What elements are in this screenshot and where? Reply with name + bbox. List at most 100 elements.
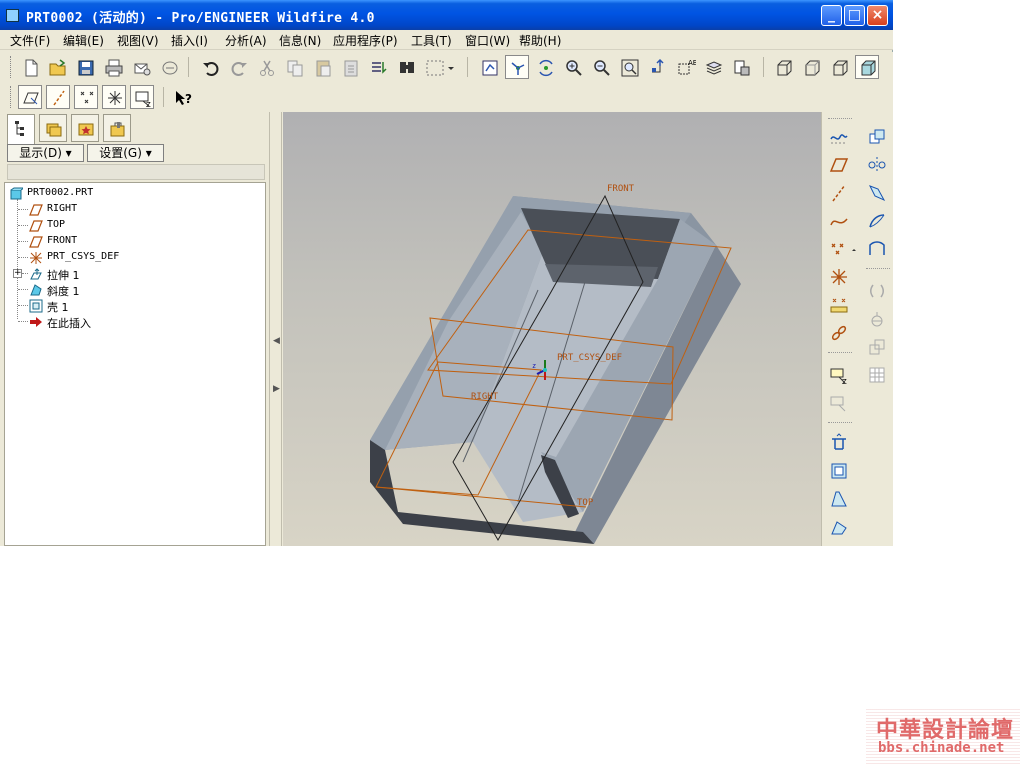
sketched-datum-icon[interactable]: Z xyxy=(826,362,850,386)
undo-icon[interactable] xyxy=(198,55,222,79)
close-button[interactable]: × xyxy=(867,5,888,26)
extrude-tool-icon[interactable] xyxy=(826,430,850,454)
menu-view[interactable]: 视图(V) xyxy=(117,32,159,49)
saved-views-icon[interactable]: AB xyxy=(673,55,697,79)
open-folder-icon[interactable] xyxy=(45,55,69,79)
tree-item-label: PRT0002.PRT xyxy=(27,187,94,198)
rib-tool-icon[interactable] xyxy=(826,514,850,538)
send-link-icon[interactable] xyxy=(157,55,181,79)
layers-icon[interactable] xyxy=(701,55,725,79)
selection-filter-dropdown[interactable] xyxy=(422,55,456,79)
send-mail-icon[interactable] xyxy=(129,55,153,79)
copy-icon[interactable] xyxy=(282,55,306,79)
tree-item-draft[interactable]: 斜度 1 xyxy=(29,282,249,298)
paste-icon[interactable] xyxy=(310,55,334,79)
csys-display-icon[interactable] xyxy=(102,85,126,109)
menu-info[interactable]: 信息(N) xyxy=(279,32,321,49)
shading-icon[interactable] xyxy=(855,55,879,79)
tree-item-insert-here[interactable]: 在此插入 xyxy=(29,314,249,330)
no-hidden-icon[interactable] xyxy=(827,55,851,79)
tree-item-front-plane[interactable]: FRONT xyxy=(29,234,249,250)
favorites-tab[interactable] xyxy=(71,114,99,142)
menu-file[interactable]: 文件(F) xyxy=(10,32,50,49)
trim-tool-icon[interactable] xyxy=(864,208,888,232)
draft-tool-icon[interactable] xyxy=(826,486,850,510)
datum-axis-tool-icon[interactable] xyxy=(826,180,850,204)
cut-icon[interactable] xyxy=(254,55,278,79)
context-help-icon[interactable]: ? xyxy=(170,85,194,109)
tree-item-extrude[interactable]: 拉伸 1 xyxy=(29,266,249,282)
show-dropdown[interactable]: 显示(D) ▾ xyxy=(7,144,84,162)
datum-plane-display-icon[interactable] xyxy=(18,85,42,109)
find-icon[interactable] xyxy=(394,55,418,79)
hidden-line-icon[interactable] xyxy=(799,55,823,79)
analysis-tool-icon[interactable] xyxy=(826,292,850,316)
refit-icon[interactable] xyxy=(617,55,641,79)
datum-plane-icon xyxy=(29,235,43,249)
tree-item-part[interactable]: PRT0002.PRT xyxy=(9,186,249,202)
orient-mode-icon[interactable] xyxy=(533,55,557,79)
repaint-icon[interactable] xyxy=(477,55,501,79)
menu-analysis[interactable]: 分析(A) xyxy=(225,32,267,49)
proe-window: PRT0002 (活动的) - Pro/ENGINEER Wildfire 4.… xyxy=(0,0,893,546)
tree-item-top-plane[interactable]: TOP xyxy=(29,218,249,234)
menu-applications[interactable]: 应用程序(P) xyxy=(333,32,398,49)
wireframe-icon[interactable] xyxy=(771,55,795,79)
reorient-icon[interactable] xyxy=(645,55,669,79)
toolbar-grip[interactable] xyxy=(10,56,13,78)
datum-point-display-icon[interactable] xyxy=(74,85,98,109)
chain-tool-icon[interactable] xyxy=(826,320,850,344)
folder-browser-tab[interactable] xyxy=(39,114,67,142)
thicken-tool-icon[interactable] xyxy=(864,306,888,330)
datum-plane-tool-icon[interactable] xyxy=(826,152,850,176)
menu-window[interactable]: 窗口(W) xyxy=(465,32,510,49)
connections-tab[interactable] xyxy=(103,114,131,142)
model-tree-tab[interactable] xyxy=(7,114,35,144)
toolbar-grip[interactable] xyxy=(10,86,13,108)
tree-item-csys[interactable]: PRT_CSYS_DEF xyxy=(29,250,249,266)
menu-tools[interactable]: 工具(T) xyxy=(411,32,452,49)
sketched-datum-disabled-icon[interactable] xyxy=(826,390,850,414)
redo-icon[interactable] xyxy=(226,55,250,79)
offset-tool-icon[interactable] xyxy=(864,278,888,302)
datum-point-tool-icon[interactable] xyxy=(826,236,858,260)
mirror-tool-icon[interactable] xyxy=(864,152,888,176)
panel-splitter[interactable]: ◀ ▶ xyxy=(269,112,282,546)
tree-connector-line xyxy=(18,289,28,290)
datum-axis-display-icon[interactable] xyxy=(46,85,70,109)
expand-right-arrow-icon[interactable]: ▶ xyxy=(273,384,280,394)
view-manager-icon[interactable] xyxy=(729,55,753,79)
sketch-tool-icon[interactable] xyxy=(826,124,850,148)
extend-tool-icon[interactable] xyxy=(864,236,888,260)
copy-feature-icon[interactable] xyxy=(864,124,888,148)
menu-edit[interactable]: 编辑(E) xyxy=(63,32,104,49)
paste-special-icon[interactable] xyxy=(338,55,362,79)
solidify-tool-icon[interactable] xyxy=(864,334,888,358)
menu-help[interactable]: 帮助(H) xyxy=(519,32,561,49)
merge-tool-icon[interactable] xyxy=(864,180,888,204)
spin-center-icon[interactable] xyxy=(505,55,529,79)
zoom-in-icon[interactable] xyxy=(561,55,585,79)
tree-filter-bar[interactable] xyxy=(7,164,265,180)
maximize-button[interactable]: □ xyxy=(844,5,865,26)
datum-curve-tool-icon[interactable] xyxy=(826,208,850,232)
minimize-button[interactable]: _ xyxy=(821,5,842,26)
csys-tool-icon[interactable] xyxy=(826,264,850,288)
regenerate-icon[interactable] xyxy=(366,55,390,79)
graphics-window[interactable]: FRONT PRT_CSYS_DEF RIGHT TOP z xyxy=(283,112,821,546)
expand-toggle[interactable]: + xyxy=(13,269,22,278)
new-file-icon[interactable] xyxy=(18,55,42,79)
tree-item-right-plane[interactable]: RIGHT xyxy=(29,202,249,218)
collapse-left-arrow-icon[interactable]: ◀ xyxy=(273,336,280,346)
table-tool-icon[interactable] xyxy=(864,362,888,386)
settings-dropdown[interactable]: 设置(G) ▾ xyxy=(87,144,164,162)
zoom-out-icon[interactable] xyxy=(589,55,613,79)
shell-tool-icon[interactable] xyxy=(826,458,850,482)
tree-item-shell[interactable]: 壳 1 xyxy=(29,298,249,314)
save-icon[interactable] xyxy=(73,55,97,79)
annotation-display-icon[interactable]: Z xyxy=(130,85,154,109)
menu-insert[interactable]: 插入(I) xyxy=(171,32,208,49)
print-icon[interactable] xyxy=(101,55,125,79)
tree-item-label: 拉伸 1 xyxy=(47,269,80,282)
part-model-view[interactable] xyxy=(283,112,821,546)
